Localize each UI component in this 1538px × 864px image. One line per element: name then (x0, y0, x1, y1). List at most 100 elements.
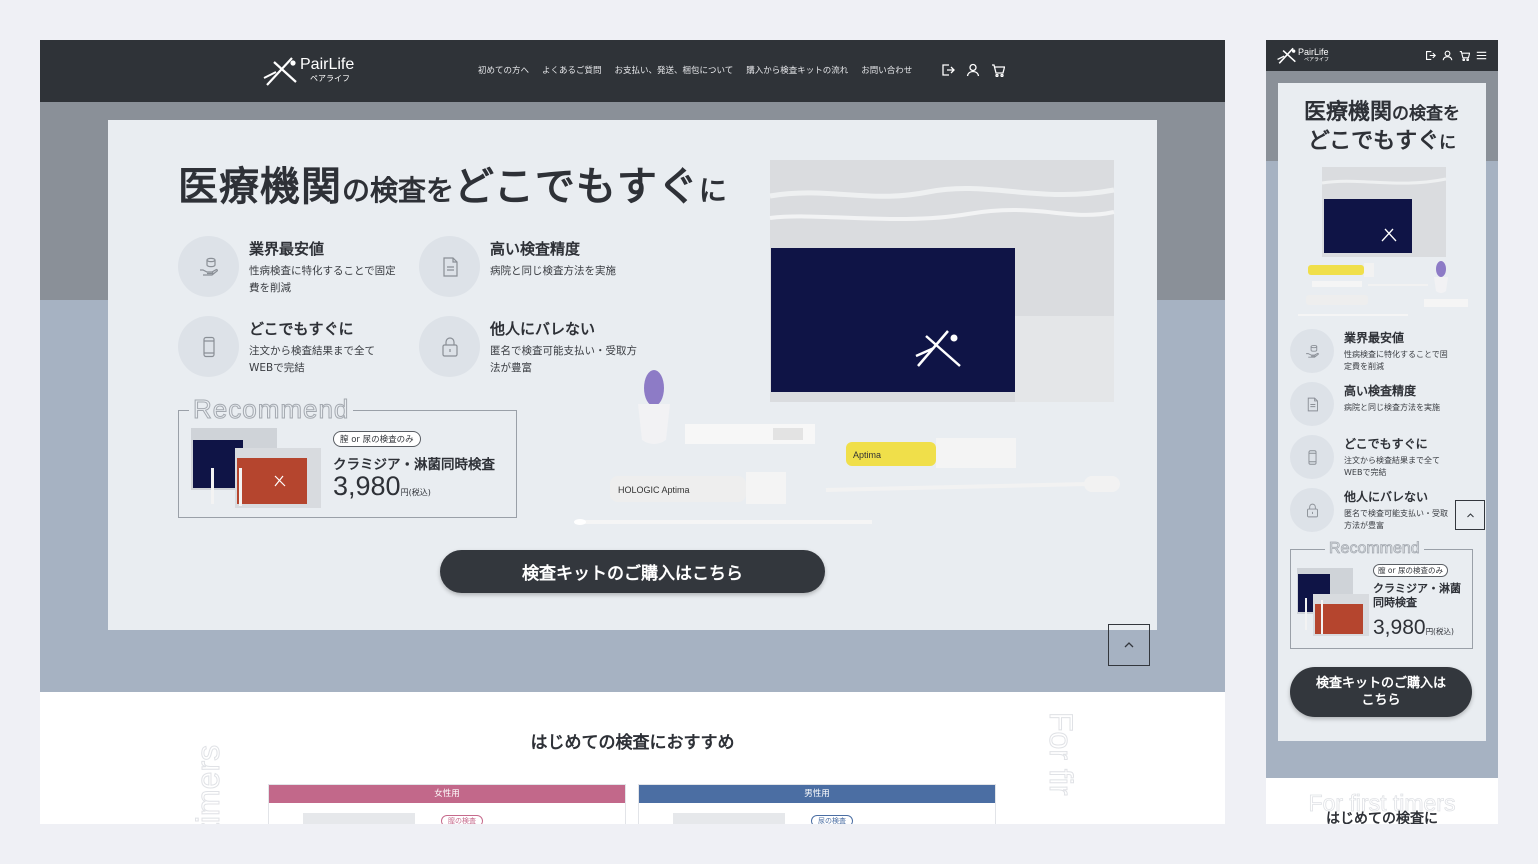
nav-purchase-flow[interactable]: 購入から検査キットの流れ (746, 64, 848, 76)
headline-part: の検査を (1392, 104, 1460, 124)
mobile-preview: PairLife ペアライフ 医療機関の検査を どこでもすぐに 業界最安値 性病… (1266, 40, 1498, 824)
section-title: はじめての検査におすすめ (530, 733, 735, 753)
recommend-tag: 膣 or 尿の検査のみ (333, 431, 421, 447)
nav-contact[interactable]: お問い合わせ (861, 64, 912, 76)
section-title: はじめての検査に (1326, 811, 1438, 824)
card-header: 女性用 (269, 785, 625, 803)
feature-anywhere: どこでもすぐに 注文から検査結果まで全てWEBで完結 (1290, 435, 1454, 479)
document-icon (1290, 382, 1334, 426)
test-kit-image (1298, 167, 1468, 316)
recommend-label: Recommend (189, 394, 354, 425)
user-icon[interactable] (965, 62, 980, 78)
price-unit: 円(税込) (1425, 627, 1454, 636)
card-tag: 膣の検査 (441, 815, 483, 824)
nav-faq[interactable]: よくあるご質問 (542, 64, 602, 76)
feature-title: どこでもすぐに (1344, 437, 1428, 451)
recommend-box[interactable]: Recommend 膣 or 尿の検査のみ クラミジア・淋菌同時検査 3,980… (178, 394, 517, 518)
brand-logo[interactable]: PairLife ペアライフ (1276, 45, 1329, 65)
brand-kana: ペアライフ (310, 74, 350, 83)
header-icons (1424, 48, 1488, 62)
header-icons (940, 62, 1005, 78)
recommend-price: 3,980円(税込) (1373, 616, 1454, 640)
user-icon[interactable] (1441, 48, 1454, 62)
feature-privacy: 他人にバレない 匿名で検査可能支払い・受取方法が豊富 (1290, 488, 1454, 532)
headline-part: に (1439, 133, 1457, 153)
logo-mark-icon (1277, 47, 1296, 64)
feature-title: 他人にバレない (1344, 490, 1429, 504)
svg-text:HOLOGIC Aptima: HOLOGIC Aptima (618, 485, 690, 495)
purchase-kit-button[interactable]: 検査キットのご購入はこちら (1290, 667, 1472, 717)
recommend-price: 3,980円(税込) (333, 471, 431, 502)
scroll-to-top-button[interactable] (1108, 624, 1150, 666)
lock-icon (1290, 488, 1334, 532)
headline-part: 医療機関 (1303, 100, 1392, 125)
desktop-preview: PairLife ペアライフ 初めての方へ よくあるご質問 お支払い、発送、梱包… (40, 40, 1225, 824)
brand-name: PairLife (300, 56, 355, 73)
recommend-product-name: クラミジア・淋菌同時検査 (333, 457, 495, 473)
card-tag: 尿の検査 (811, 815, 853, 824)
feature-title: 業界最安値 (249, 240, 325, 258)
document-icon (419, 236, 480, 297)
mobile-header: PairLife ペアライフ (1266, 40, 1498, 71)
logo-mark-icon (263, 57, 297, 86)
purchase-kit-button[interactable]: 検査キットのご購入はこちら (440, 550, 825, 593)
card-header: 男性用 (639, 785, 995, 803)
chevron-up-icon (1466, 512, 1474, 517)
feature-desc: 病院と同じ検査方法を実施 (1344, 403, 1440, 412)
mobile-hero-card: 医療機関の検査をどこでもすぐに 業界最安値 性病検査に特化することで固定費を削減 (1278, 83, 1486, 741)
headline-part: 医療機関 (178, 164, 342, 210)
nav-payment-shipping[interactable]: お支払い、発送、梱包について (615, 64, 734, 76)
feature-desc: 注文から検査結果まで全てWEBで完結 (249, 345, 375, 374)
price-value: 3,980 (333, 471, 401, 501)
feature-title: 業界最安値 (1344, 331, 1405, 345)
nav-first-time[interactable]: 初めての方へ (478, 64, 529, 76)
recommend-box[interactable]: Recommend 膣 or 尿の検査のみ クラミジア・淋菌同時検査 3,980… (1290, 540, 1473, 649)
feature-anywhere: どこでもすぐに 注文から検査結果まで全てWEBで完結 (178, 316, 399, 377)
first-timers-section: timers For fir はじめての検査におすすめ 女性用 膣の検査 男性用… (40, 692, 1225, 824)
hero-headline: 医療機関の検査をどこでもすぐに (1278, 99, 1486, 157)
scroll-to-top-button[interactable] (1455, 500, 1485, 530)
headline-part: の検査を (342, 174, 455, 207)
feature-title: 高い検査精度 (1344, 384, 1417, 398)
feature-accuracy: 高い検査精度 病院と同じ検査方法を実施 (1290, 382, 1454, 426)
feature-desc: 注文から検査結果まで全てWEBで完結 (1344, 456, 1440, 477)
recommend-product-image (1297, 568, 1369, 636)
recommend-label: Recommend (1325, 540, 1424, 558)
feature-title: どこでもすぐに (249, 320, 354, 338)
women-kit-card[interactable]: 女性用 膣の検査 (268, 784, 626, 824)
card-image (673, 813, 785, 824)
menu-icon[interactable] (1475, 48, 1488, 62)
feature-desc: 性病検査に特化することで固定費を削減 (249, 265, 396, 294)
feature-lowest-price: 業界最安値 性病検査に特化することで固定費を削減 (1290, 329, 1454, 373)
coin-hand-icon (1290, 329, 1334, 373)
global-nav: 初めての方へ よくあるご質問 お支払い、発送、梱包について 購入から検査キットの… (478, 64, 912, 76)
feature-lowest-price: 業界最安値 性病検査に特化することで固定費を削減 (178, 236, 399, 297)
test-kit-image: Aptima HOLOGIC Aptima (574, 160, 1120, 525)
logout-icon[interactable] (940, 62, 955, 78)
first-timers-section: For first timers はじめての検査に (1266, 778, 1498, 824)
cart-icon[interactable] (1458, 48, 1471, 62)
recommend-product-name: クラミジア・淋菌同時検査 (1373, 582, 1461, 609)
recommend-product-image (191, 428, 321, 508)
brand-kana: ペアライフ (1304, 56, 1330, 63)
hero-card: 医療機関の検査をどこでもすぐに 業界最安値 性病検査に特化することで固定費を削減… (108, 120, 1157, 630)
headline-part: どこでもすぐ (1307, 129, 1440, 154)
smartphone-icon (1290, 435, 1334, 479)
feature-desc: 匿名で検査可能支払い・受取方法が豊富 (1344, 509, 1448, 530)
svg-text:Aptima: Aptima (853, 450, 881, 460)
brand-logo[interactable]: PairLife ペアライフ (262, 52, 354, 88)
brand-name: PairLife (1298, 46, 1329, 57)
price-value: 3,980 (1373, 616, 1426, 639)
cart-icon[interactable] (990, 62, 1005, 78)
coin-hand-icon (178, 236, 239, 297)
price-unit: 円(税込) (400, 488, 431, 497)
feature-desc: 性病検査に特化することで固定費を削減 (1344, 350, 1448, 371)
recommend-tag: 膣 or 尿の検査のみ (1373, 564, 1448, 577)
logout-icon[interactable] (1424, 48, 1437, 62)
lock-icon (419, 316, 480, 377)
site-header: PairLife ペアライフ 初めての方へ よくあるご質問 お支払い、発送、梱包… (40, 40, 1225, 102)
smartphone-icon (178, 316, 239, 377)
men-kit-card[interactable]: 男性用 尿の検査 (638, 784, 996, 824)
card-image (303, 813, 415, 824)
chevron-up-icon (1124, 642, 1134, 648)
